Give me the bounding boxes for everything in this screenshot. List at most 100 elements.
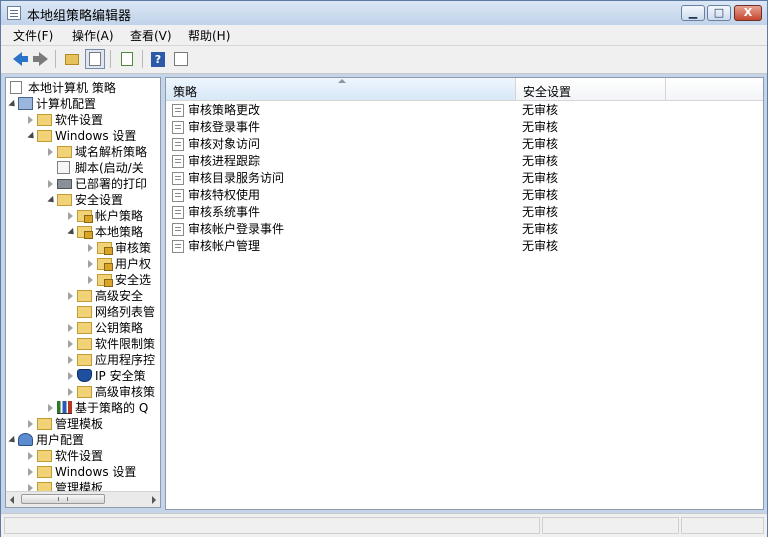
sort-ascending-icon (338, 79, 346, 83)
doc-icon (10, 81, 22, 94)
show-hide-tree-icon[interactable] (85, 49, 105, 69)
column-header-policy[interactable]: 策略 (166, 78, 516, 100)
title-bar[interactable]: 本地组策略编辑器 ▁ □ X (1, 1, 767, 25)
expand-closed-icon[interactable] (28, 116, 33, 124)
expand-closed-icon[interactable] (68, 388, 73, 396)
policy-setting: 无审核 (522, 239, 559, 253)
folder-icon (37, 114, 52, 126)
details-pane: 策略 安全设置 审核策略更改 无审核 审核登录事件 无审核 审核对象访问 无审核 审核进程跟… (165, 77, 764, 510)
user-icon (18, 433, 33, 446)
folder-icon (77, 306, 92, 318)
list-item[interactable]: 审核帐户管理 无审核 (166, 238, 763, 255)
scroll-left-icon[interactable] (10, 496, 14, 504)
expand-closed-icon[interactable] (88, 260, 93, 268)
menu-help[interactable]: 帮助(H) (188, 27, 230, 44)
policy-name: 审核对象访问 (188, 137, 261, 151)
expand-closed-icon[interactable] (68, 372, 73, 380)
expand-closed-icon[interactable] (28, 468, 33, 476)
show-action-pane-icon[interactable] (171, 49, 191, 69)
folder-icon (77, 386, 92, 398)
policy-icon (172, 155, 184, 168)
expand-closed-icon[interactable] (68, 324, 73, 332)
tree-item-label: 本地策略 (95, 225, 144, 239)
menu-view[interactable]: 查看(V) (130, 27, 172, 44)
column-header-setting-label: 安全设置 (523, 85, 572, 99)
list-header: 策略 安全设置 (166, 78, 763, 101)
expand-closed-icon[interactable] (28, 420, 33, 428)
scroll-right-icon[interactable] (152, 496, 156, 504)
lockf-icon (97, 258, 113, 271)
app-icon (7, 6, 21, 20)
help-icon[interactable]: ? (148, 49, 168, 69)
list-item[interactable]: 审核系统事件 无审核 (166, 204, 763, 221)
policy-setting: 无审核 (522, 171, 559, 185)
toolbar-separator (142, 50, 143, 68)
list-item[interactable]: 审核进程跟踪 无审核 (166, 153, 763, 170)
expand-open-icon[interactable] (8, 435, 18, 446)
minimize-button[interactable]: ▁ (681, 5, 705, 21)
tree-item-label: 应用程序控 (95, 353, 156, 367)
expand-closed-icon[interactable] (88, 276, 93, 284)
policy-name: 审核帐户管理 (188, 239, 261, 253)
toolbar-separator (55, 50, 56, 68)
expand-closed-icon[interactable] (68, 356, 73, 364)
up-folder-icon[interactable] (62, 49, 82, 69)
column-header-setting[interactable]: 安全设置 (516, 78, 666, 100)
tree-item-label: 本地计算机 策略 (28, 81, 116, 95)
expand-open-icon[interactable] (8, 99, 18, 110)
close-button[interactable]: X (734, 5, 762, 21)
tree-item-label: 基于策略的 Q (75, 401, 149, 415)
expand-open-icon[interactable] (67, 227, 77, 238)
list-item[interactable]: 审核特权使用 无审核 (166, 187, 763, 204)
policy-icon (172, 206, 184, 219)
tree-pane[interactable]: 本地计算机 策略 计算机配置 软件设置 Windows 设置 域名解析策略 脚本(启动/关… (5, 77, 161, 508)
folder-icon (77, 322, 92, 334)
tree-item-label: 公钥策略 (95, 321, 144, 335)
tree-item-label: 域名解析策略 (75, 145, 148, 159)
computer-icon (18, 97, 33, 110)
folder-icon (37, 450, 52, 462)
expand-closed-icon[interactable] (48, 180, 53, 188)
scroll-thumb[interactable] (21, 494, 105, 504)
expand-closed-icon[interactable] (68, 292, 73, 300)
policy-icon (172, 121, 184, 134)
expand-closed-icon[interactable] (48, 404, 53, 412)
list-item[interactable]: 审核帐户登录事件 无审核 (166, 221, 763, 238)
list-item[interactable]: 审核对象访问 无审核 (166, 136, 763, 153)
policy-setting: 无审核 (522, 205, 559, 219)
tree-item-label: 高级审核策 (95, 385, 156, 399)
tree-item-label: 软件设置 (55, 449, 104, 463)
tree-item-label: Windows 设置 (55, 465, 137, 479)
script-icon (57, 161, 70, 174)
policy-setting: 无审核 (522, 188, 559, 202)
policy-icon (172, 240, 184, 253)
horizontal-scrollbar[interactable] (6, 491, 160, 507)
expand-closed-icon[interactable] (68, 212, 73, 220)
expand-open-icon[interactable] (27, 131, 37, 142)
menu-action[interactable]: 操作(A) (72, 27, 114, 44)
policy-setting: 无审核 (522, 222, 559, 236)
tree-item-label: 脚本(启动/关 (75, 161, 144, 175)
forward-arrow-icon[interactable] (30, 49, 50, 69)
policy-setting: 无审核 (522, 154, 559, 168)
tree-item-label: IP 安全策 (95, 369, 146, 383)
expand-closed-icon[interactable] (28, 452, 33, 460)
folder-icon (77, 290, 92, 302)
expand-closed-icon[interactable] (48, 148, 53, 156)
list-item[interactable]: 审核策略更改 无审核 (166, 102, 763, 119)
expand-open-icon[interactable] (47, 195, 57, 206)
menu-file[interactable]: 文件(F) (13, 27, 53, 44)
back-arrow-icon[interactable] (7, 49, 28, 69)
tree-item-label: 软件设置 (55, 113, 104, 127)
folder-icon (57, 146, 72, 158)
policy-setting: 无审核 (522, 120, 559, 134)
export-list-icon[interactable] (117, 49, 137, 69)
window-title: 本地组策略编辑器 (27, 9, 132, 24)
expand-closed-icon[interactable] (68, 340, 73, 348)
tree-item-label: 软件限制策 (95, 337, 156, 351)
list-item[interactable]: 审核登录事件 无审核 (166, 119, 763, 136)
expand-closed-icon[interactable] (88, 244, 93, 252)
list-item[interactable]: 审核目录服务访问 无审核 (166, 170, 763, 187)
folder-icon (77, 338, 92, 350)
maximize-button[interactable]: □ (707, 5, 731, 21)
